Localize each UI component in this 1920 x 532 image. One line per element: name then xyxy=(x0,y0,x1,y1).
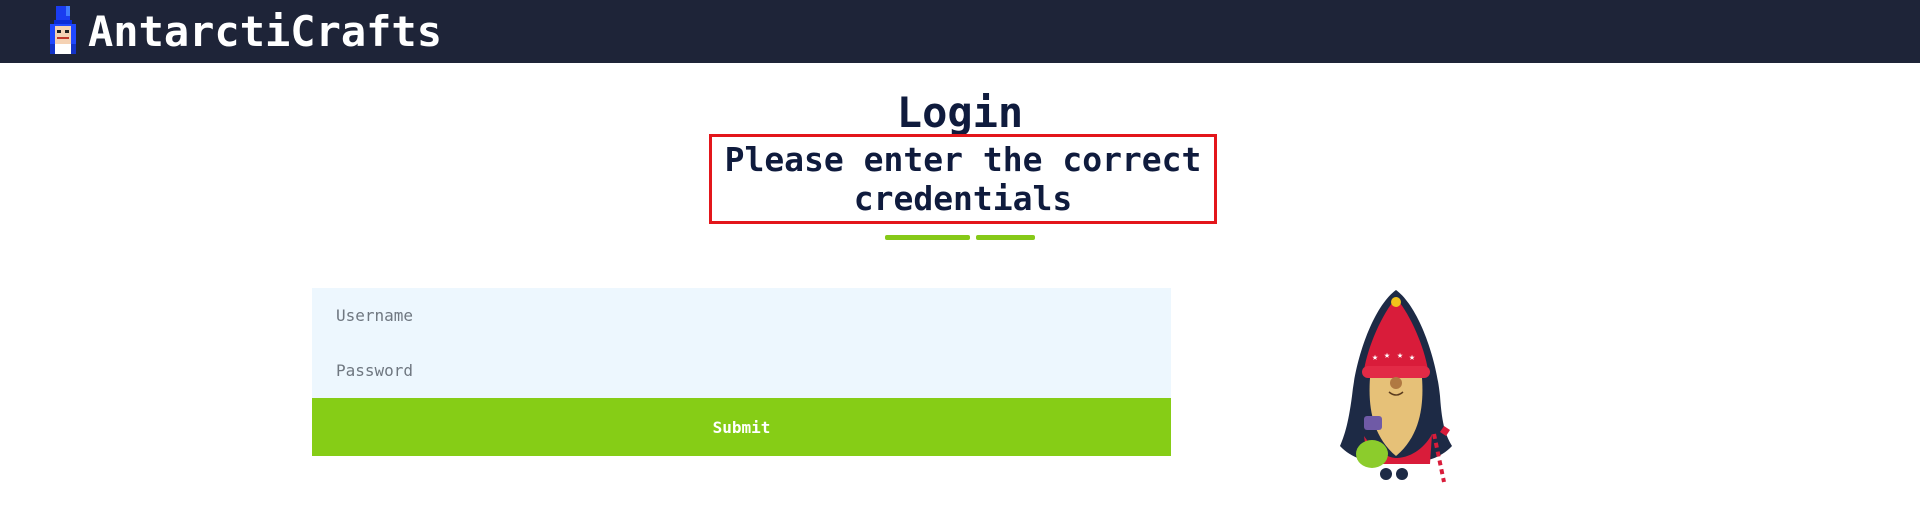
navbar: AntarctiCrafts xyxy=(0,0,1920,63)
svg-text:★: ★ xyxy=(1384,350,1390,361)
error-message: Please enter the correct credentials xyxy=(724,140,1202,218)
title-divider-short xyxy=(976,235,1035,240)
password-input[interactable] xyxy=(312,343,1171,398)
svg-text:★: ★ xyxy=(1372,352,1378,363)
submit-button[interactable]: Submit xyxy=(312,398,1171,456)
brand-link[interactable]: AntarctiCrafts xyxy=(44,0,442,63)
brand-name: AntarctiCrafts xyxy=(88,6,443,56)
svg-text:★: ★ xyxy=(1397,350,1403,361)
toy-soldier-icon xyxy=(50,5,76,54)
title-divider-long xyxy=(885,235,970,240)
svg-text:★: ★ xyxy=(1409,352,1415,363)
login-form: Submit xyxy=(312,288,1171,456)
error-alert: Please enter the correct credentials xyxy=(709,134,1217,224)
username-input[interactable] xyxy=(312,288,1171,343)
page-title: Login xyxy=(896,88,1024,137)
elf-illustration: ★ ★ ★ ★ xyxy=(1340,290,1452,483)
